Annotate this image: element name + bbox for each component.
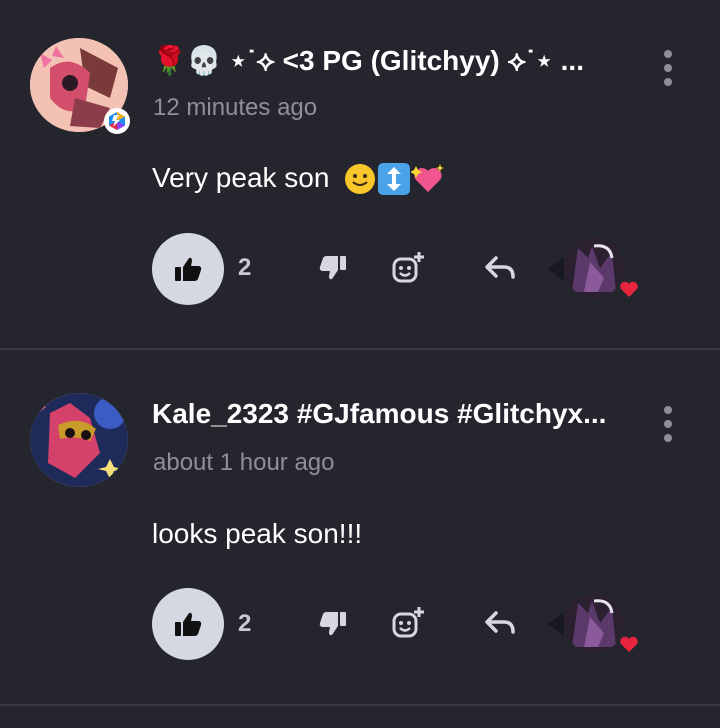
comment-text: looks peak son!!! xyxy=(152,518,362,550)
like-count: 2 xyxy=(238,610,252,637)
reply-icon xyxy=(485,611,515,634)
username[interactable]: Kale_2323 #GJfamous #Glitchyx... xyxy=(152,398,612,430)
timestamp: 12 minutes ago xyxy=(153,94,318,121)
reply-button[interactable] xyxy=(482,250,518,286)
thumbs-up-icon xyxy=(175,257,202,281)
heart-icon xyxy=(614,630,644,658)
comment: Kale_2323 #GJfamous #Glitchyx... about 1… xyxy=(0,348,720,704)
reactor-pointer xyxy=(548,612,564,636)
thumbs-down-icon xyxy=(319,612,346,636)
like-button[interactable] xyxy=(152,588,224,660)
add-reaction-button[interactable] xyxy=(390,250,426,286)
up-down-arrow-icon xyxy=(377,162,411,197)
more-options-icon[interactable] xyxy=(656,50,680,86)
slightly-smiling-face-icon xyxy=(337,162,377,197)
dislike-button[interactable] xyxy=(315,250,351,286)
sparkling-heart-icon xyxy=(410,162,445,197)
divider xyxy=(0,704,720,706)
comment-body: looks peak son!!! xyxy=(152,518,363,549)
add-reaction-icon xyxy=(392,252,424,283)
reactor-pointer xyxy=(548,257,564,281)
thumbs-up-icon xyxy=(175,612,202,636)
more-options-icon[interactable] xyxy=(656,406,680,442)
comment: 🌹💀 ⋆˙⟡ <3 PG (Glitchyy) ⟡˙⋆ ... 12 minut… xyxy=(0,0,720,348)
badge-icon xyxy=(104,108,130,134)
timestamp: about 1 hour ago xyxy=(153,449,335,476)
reply-button[interactable] xyxy=(482,605,518,641)
like-count: 2 xyxy=(238,254,252,281)
username[interactable]: 🌹💀 ⋆˙⟡ <3 PG (Glitchyy) ⟡˙⋆ ... xyxy=(152,44,612,78)
thumbs-down-icon xyxy=(319,256,346,280)
like-button[interactable] xyxy=(152,233,224,305)
add-reaction-button[interactable] xyxy=(390,605,426,641)
dislike-button[interactable] xyxy=(315,606,351,642)
heart-icon xyxy=(614,275,644,303)
reply-icon xyxy=(485,256,515,279)
avatar[interactable] xyxy=(30,393,128,487)
comment-body: Very peak son xyxy=(152,162,330,193)
comment-text: Very peak son xyxy=(152,162,445,197)
add-reaction-icon xyxy=(392,607,424,638)
